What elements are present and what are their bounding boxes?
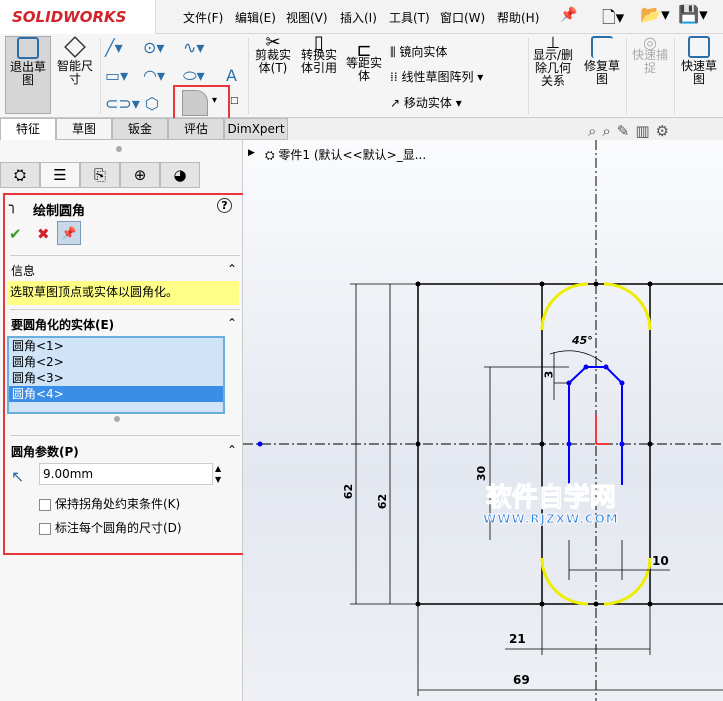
dim-62-outer[interactable]: 62 <box>342 484 355 499</box>
origin-icon <box>595 415 610 445</box>
dim-3[interactable]: 3 <box>542 371 555 379</box>
sketch-drawing <box>243 140 723 701</box>
dim-30[interactable]: 30 <box>475 466 488 481</box>
dim-62-inner[interactable]: 62 <box>376 494 389 509</box>
dim-45-angle[interactable]: 45° <box>572 334 593 347</box>
centerline-endpoint <box>257 441 263 447</box>
watermark-text: 软件自学网 <box>485 483 616 513</box>
dim-10[interactable]: 10 <box>652 554 669 568</box>
watermark: 软件自学网 WWW.RJZXW.COM <box>483 483 619 527</box>
dim-69[interactable]: 69 <box>513 673 530 687</box>
watermark-url: WWW.RJZXW.COM <box>483 512 619 527</box>
dim-21[interactable]: 21 <box>509 632 526 646</box>
